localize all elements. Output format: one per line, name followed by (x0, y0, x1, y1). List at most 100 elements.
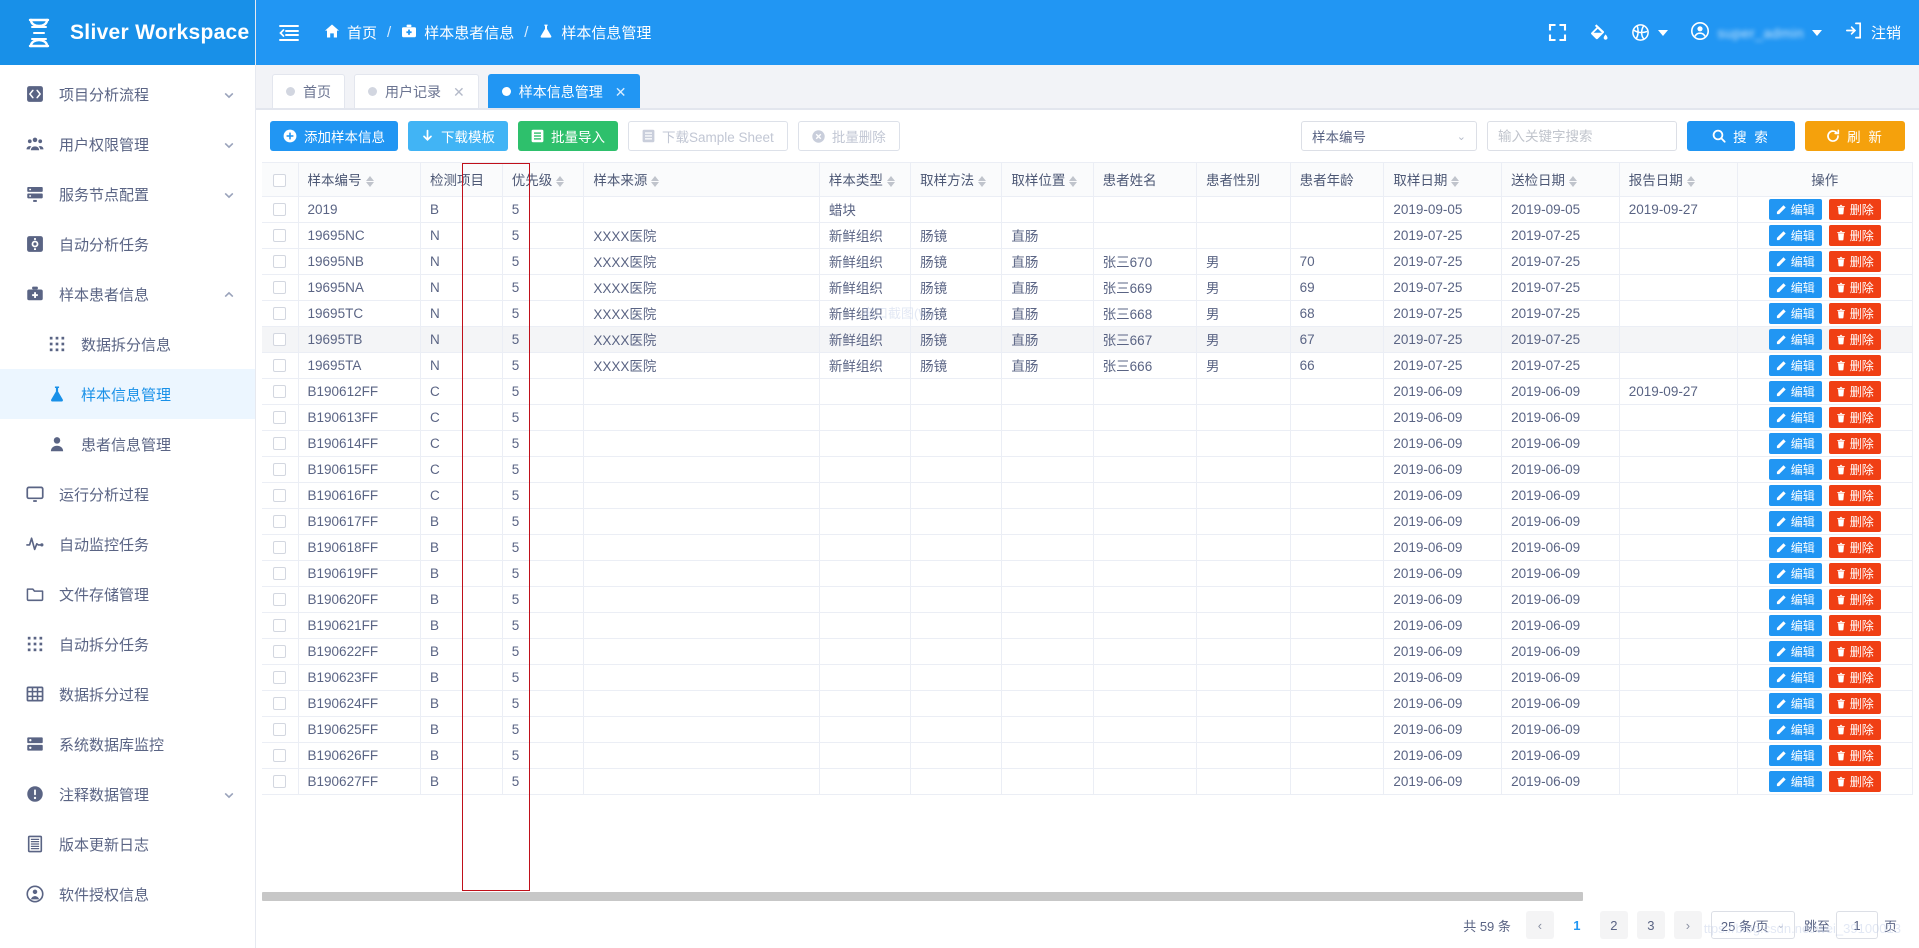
sidebar-item-15[interactable]: 版本更新日志 (0, 819, 255, 869)
row-select-cell[interactable] (262, 248, 299, 275)
sort-toggle-icon[interactable] (651, 176, 660, 188)
delete-row-button[interactable]: 删除 (1828, 328, 1881, 350)
edit-row-button[interactable]: 编辑 (1768, 510, 1822, 532)
download-template-button[interactable]: 下载模板 (408, 121, 508, 151)
sidebar-item-11[interactable]: 自动拆分任务 (0, 619, 255, 669)
page-jump-input[interactable] (1835, 911, 1878, 939)
row-select-cell[interactable] (262, 404, 299, 431)
row-select-cell[interactable] (262, 196, 299, 223)
column-header-rdate[interactable]: 报告日期 (1619, 163, 1738, 197)
theme-paint-icon[interactable] (1589, 23, 1609, 43)
row-checkbox[interactable] (273, 333, 287, 347)
delete-row-button[interactable]: 删除 (1828, 406, 1881, 428)
row-checkbox[interactable] (273, 515, 287, 529)
row-select-cell[interactable] (262, 534, 299, 561)
close-icon[interactable]: ✕ (449, 85, 465, 99)
table-row[interactable]: B190623FF B 5 2019-06-09 2019-06-09 编辑 删除 (262, 664, 1913, 691)
table-row[interactable]: B190612FF C 5 2019-06-09 2019-06-09 2019-09-2… (262, 378, 1913, 405)
table-row[interactable]: B190625FF B 5 2019-06-09 2019-06-09 编辑 删除 (262, 716, 1913, 743)
table-row[interactable]: B190626FF B 5 2019-06-09 2019-06-09 编辑 删除 (262, 742, 1913, 769)
pagination-prev[interactable]: ‹ (1525, 911, 1554, 939)
table-row[interactable]: B190627FF B 5 2019-06-09 2019-06-09 编辑 删除 (262, 768, 1913, 795)
row-checkbox[interactable] (273, 255, 287, 269)
chevron-down-icon-user[interactable] (1811, 29, 1822, 36)
row-checkbox[interactable] (273, 437, 287, 451)
edit-row-button[interactable]: 编辑 (1768, 302, 1822, 324)
column-header-type[interactable]: 样本类型 (819, 163, 912, 197)
chevron-down-icon-language[interactable] (1657, 29, 1668, 36)
pagination-page-1[interactable]: 1 (1562, 911, 1591, 939)
row-select-cell[interactable] (262, 586, 299, 613)
sort-toggle-icon[interactable] (1451, 176, 1460, 188)
sidebar-item-4[interactable]: 样本患者信息 (0, 269, 255, 319)
sidebar-item-6[interactable]: 样本信息管理 (0, 369, 255, 419)
row-checkbox[interactable] (273, 385, 287, 399)
row-select-cell[interactable] (262, 638, 299, 665)
delete-row-button[interactable]: 删除 (1828, 198, 1881, 220)
sidebar-item-10[interactable]: 文件存储管理 (0, 569, 255, 619)
row-select-cell[interactable] (262, 612, 299, 639)
edit-row-button[interactable]: 编辑 (1768, 770, 1822, 792)
sidebar-item-3[interactable]: 自动分析任务 (0, 219, 255, 269)
row-checkbox[interactable] (273, 411, 287, 425)
sidebar-item-7[interactable]: 患者信息管理 (0, 419, 255, 469)
delete-row-button[interactable]: 删除 (1828, 458, 1881, 480)
sort-toggle-icon[interactable] (1069, 176, 1078, 188)
row-checkbox[interactable] (273, 775, 287, 789)
row-checkbox[interactable] (273, 541, 287, 555)
edit-row-button[interactable]: 编辑 (1768, 328, 1822, 350)
column-header-source[interactable]: 样本来源 (583, 163, 820, 197)
chevron-up-icon[interactable] (223, 288, 235, 300)
table-row[interactable]: B190622FF B 5 2019-06-09 2019-06-09 编辑 删除 (262, 638, 1913, 665)
sidebar-item-0[interactable]: 项目分析流程 (0, 69, 255, 119)
edit-row-button[interactable]: 编辑 (1768, 432, 1822, 454)
sidebar-item-1[interactable]: 用户权限管理 (0, 119, 255, 169)
edit-row-button[interactable]: 编辑 (1768, 458, 1822, 480)
column-header-method[interactable]: 取样方法 (910, 163, 1003, 197)
row-checkbox[interactable] (273, 671, 287, 685)
breadcrumb-item-home[interactable]: 首页 (324, 22, 377, 43)
row-checkbox[interactable] (273, 281, 287, 295)
row-checkbox[interactable] (273, 229, 287, 243)
table-row[interactable]: B190615FF C 5 2019-06-09 2019-06-09 编辑 删除 (262, 456, 1913, 483)
edit-row-button[interactable]: 编辑 (1768, 198, 1822, 220)
table-row[interactable]: B190616FF C 5 2019-06-09 2019-06-09 编辑 删除 (262, 482, 1913, 509)
delete-row-button[interactable]: 删除 (1828, 536, 1881, 558)
chevron-down-icon[interactable] (223, 88, 235, 100)
edit-row-button[interactable]: 编辑 (1768, 744, 1822, 766)
delete-row-button[interactable]: 删除 (1828, 718, 1881, 740)
delete-row-button[interactable]: 删除 (1828, 302, 1881, 324)
row-checkbox[interactable] (273, 307, 287, 321)
language-globe-icon[interactable] (1631, 23, 1668, 42)
edit-row-button[interactable]: 编辑 (1768, 588, 1822, 610)
user-menu[interactable]: super_admin (1690, 21, 1822, 44)
fullscreen-icon[interactable] (1548, 23, 1567, 42)
delete-row-button[interactable]: 删除 (1828, 432, 1881, 454)
batch-import-button[interactable]: 批量导入 (518, 121, 618, 151)
delete-row-button[interactable]: 删除 (1828, 484, 1881, 506)
column-header-sample_no[interactable]: 样本编号 (298, 163, 422, 197)
add-sample-button[interactable]: 添加样本信息 (270, 121, 398, 151)
table-scroll-area[interactable]: 样本编号 检测项目 优先级 样本来源 样本类型 取样方法 取样位置 患者姓名 患者性别 患者年龄 取… (262, 163, 1913, 891)
row-select-cell[interactable] (262, 664, 299, 691)
table-row[interactable]: 19695TB N 5 XXXX医院 新鲜组织 肠镜 直肠 张三667 男 67 2019-07-2… (262, 326, 1913, 353)
row-select-cell[interactable] (262, 222, 299, 249)
sort-toggle-icon[interactable] (556, 176, 565, 188)
delete-row-button[interactable]: 删除 (1828, 588, 1881, 610)
row-checkbox[interactable] (273, 463, 287, 477)
edit-row-button[interactable]: 编辑 (1768, 536, 1822, 558)
table-row[interactable]: B190621FF B 5 2019-06-09 2019-06-09 编辑 删除 (262, 612, 1913, 639)
edit-row-button[interactable]: 编辑 (1768, 250, 1822, 272)
table-row[interactable]: 19695TC N 5 XXXX医院 新鲜组织 肠镜 直肠 张三668 男 68 2019-07-2… (262, 300, 1913, 327)
pagination-next[interactable]: › (1673, 911, 1702, 939)
table-row[interactable]: B190624FF B 5 2019-06-09 2019-06-09 编辑 删除 (262, 690, 1913, 717)
column-header-priority[interactable]: 优先级 (502, 163, 585, 197)
row-select-cell[interactable] (262, 326, 299, 353)
row-select-cell[interactable] (262, 456, 299, 483)
row-select-cell[interactable] (262, 352, 299, 379)
row-select-cell[interactable] (262, 300, 299, 327)
delete-row-button[interactable]: 删除 (1828, 614, 1881, 636)
edit-row-button[interactable]: 编辑 (1768, 562, 1822, 584)
table-row[interactable]: 2019 B 5 蜡块 2019-09-05 2019-09-05 2019-09-27 编辑… (262, 196, 1913, 223)
table-row[interactable]: B190620FF B 5 2019-06-09 2019-06-09 编辑 删除 (262, 586, 1913, 613)
